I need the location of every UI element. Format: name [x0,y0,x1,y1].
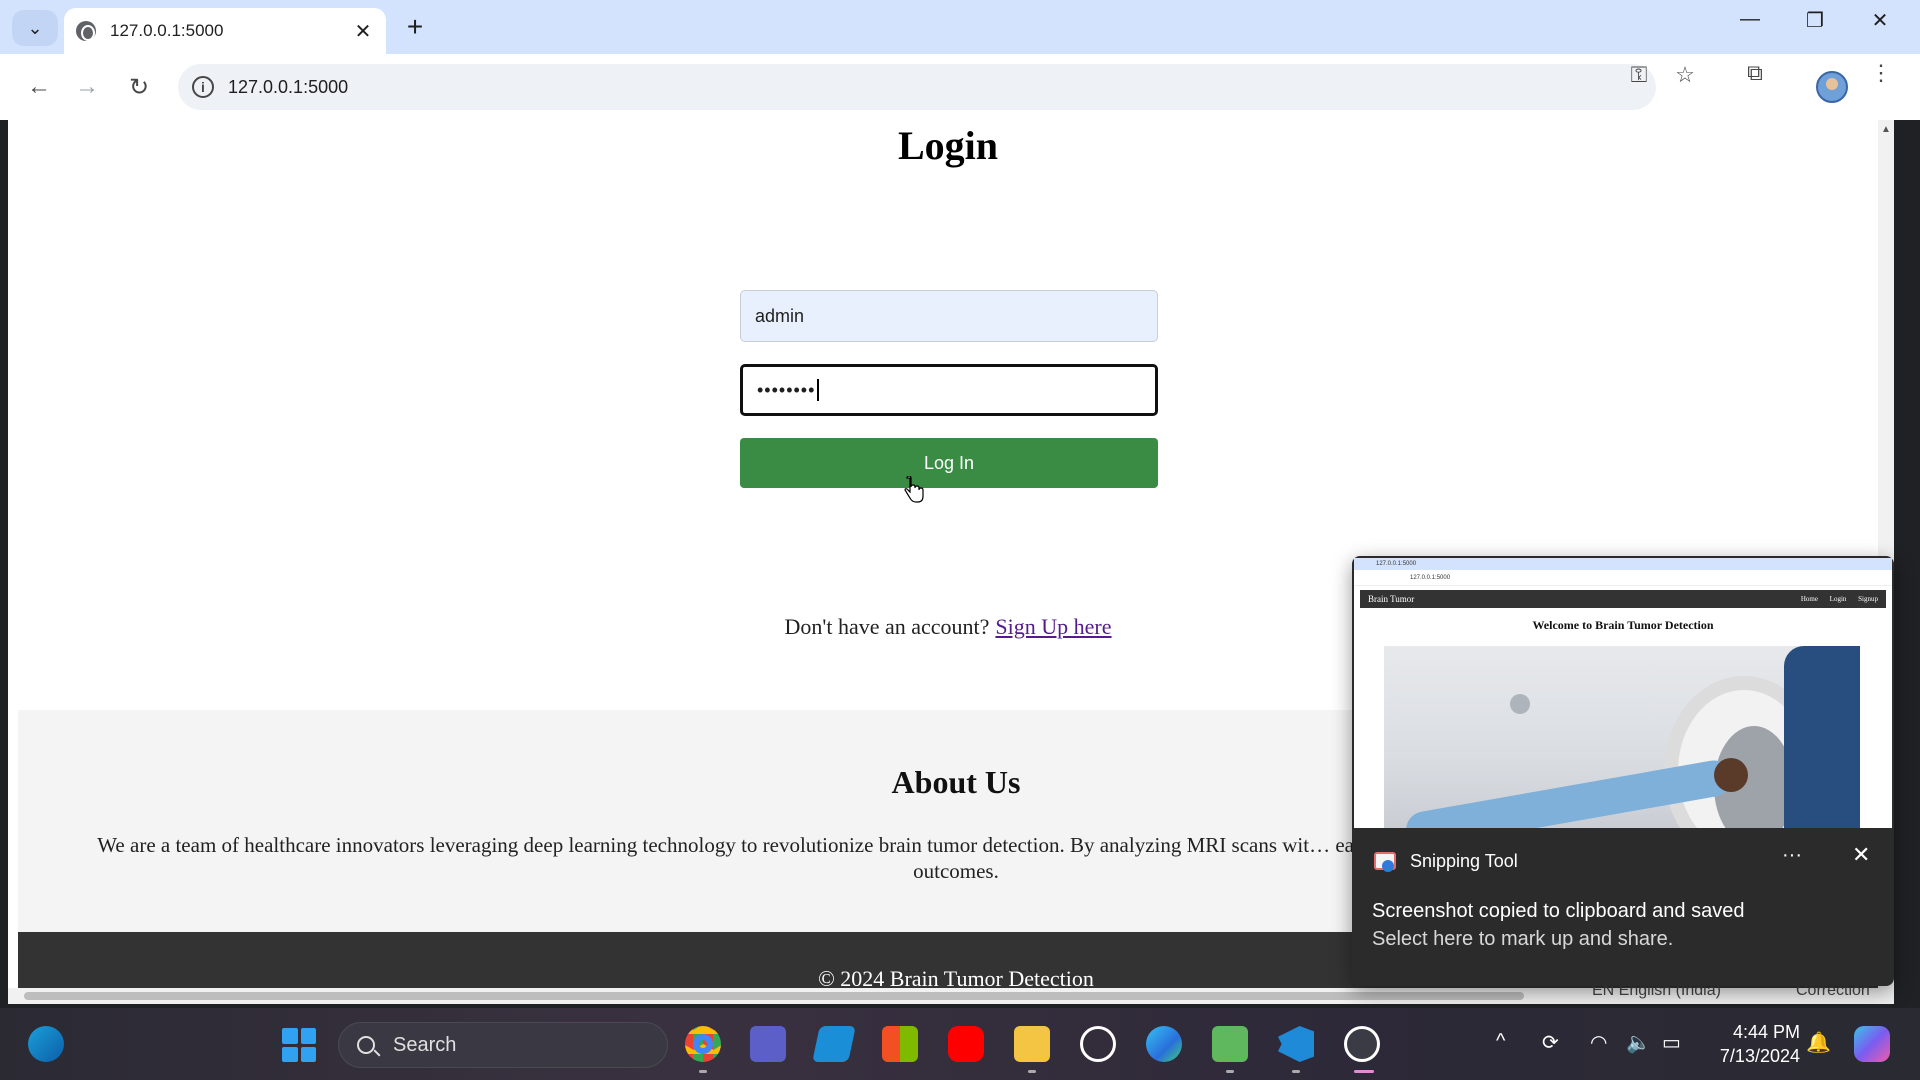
nurse-figure [1784,646,1860,828]
search-icon [357,1036,375,1054]
preview-navbar: Brain Tumor Home Login Signup [1360,590,1886,608]
kebab-menu-icon[interactable]: ⋮ [1866,60,1896,86]
snipping-tool-icon [1374,850,1396,872]
copilot-icon[interactable] [1854,1026,1890,1062]
notification-bell-icon[interactable]: 🔔 [1806,1030,1831,1055]
tab-search-button[interactable]: ⌄ [12,10,58,46]
back-icon[interactable]: ← [22,70,56,104]
ceiling-light [1510,694,1530,714]
profile-avatar[interactable] [1816,71,1848,103]
vscode-icon[interactable] [1278,1026,1314,1062]
mri-scan-image [1384,646,1860,828]
tab-close-icon[interactable]: ✕ [352,19,374,44]
sync-icon[interactable]: ⟳ [1542,1030,1559,1055]
youtube-icon[interactable] [948,1026,984,1062]
clock-time: 4:44 PM [1732,1022,1800,1042]
preview-site-name: Brain Tumor [1368,594,1415,604]
taskbar-search-label: Search [393,1033,457,1056]
clock-date: 7/13/2024 [1719,1046,1800,1066]
tab-title: 127.0.0.1:5000 [110,21,224,40]
scroll-up-icon[interactable]: ▲ [1881,124,1891,135]
page-title: Login [897,123,999,168]
toast-message: Screenshot copied to clipboard and saved [1372,900,1745,922]
browser-toolbar: ← → ↻ i 127.0.0.1:5000 ⚿ ☆ ⧉ ⋮ [0,54,1920,120]
password-field[interactable]: •••••••• [740,364,1158,416]
restore-icon[interactable]: ❐ [1795,8,1835,33]
toast-more-icon[interactable]: ··· [1782,844,1802,867]
minimize-icon[interactable]: — [1730,8,1770,31]
media-player-icon[interactable] [1344,1026,1380,1062]
edge-icon[interactable] [1146,1026,1182,1062]
mail-icon[interactable] [812,1026,856,1062]
toast-sub-message: Select here to mark up and share. [1372,928,1674,950]
username-field[interactable]: admin [740,290,1158,342]
address-url: 127.0.0.1:5000 [228,76,349,97]
teams-icon[interactable] [750,1026,786,1062]
reload-icon[interactable]: ↻ [122,70,156,104]
dell-icon[interactable] [1080,1026,1116,1062]
volume-icon[interactable]: 🔈 [1626,1030,1651,1055]
system-clock[interactable]: 4:44 PM 7/13/2024 [1700,1020,1800,1068]
signup-link[interactable]: Sign Up here [995,614,1111,639]
window-close-icon[interactable]: ✕ [1860,8,1900,33]
toast-header: Snipping Tool [1374,846,1518,876]
battery-icon[interactable]: ▭ [1662,1030,1681,1055]
start-icon[interactable] [282,1028,316,1062]
preview-address: 127.0.0.1:5000 [1354,570,1892,586]
explorer-running-indicator [1028,1070,1036,1073]
browser-tabstrip: ⌄ 127.0.0.1:5000 ✕ + — ❐ ✕ [0,0,1920,54]
extensions-icon[interactable]: ⧉ [1740,60,1770,86]
globe-icon [76,21,96,41]
media-player-running-indicator [1354,1070,1374,1073]
chevron-up-icon[interactable]: ^ [1496,1030,1505,1053]
windows-taskbar: Search ^ ⟳ ◠ 🔈 ▭ 4:44 PM 7/13/2024 🔔 [0,1008,1920,1080]
preview-nav-links: Home Login Signup [1800,595,1878,603]
widgets-icon[interactable] [28,1026,64,1062]
screenshot-preview[interactable]: 127.0.0.1:5000 127.0.0.1:5000 Brain Tumo… [1354,558,1892,828]
toast-close-icon[interactable]: ✕ [1852,842,1870,868]
chevron-down-icon: ⌄ [27,17,43,38]
chrome-icon[interactable] [685,1026,721,1062]
browser-tab[interactable]: 127.0.0.1:5000 ✕ [64,8,386,54]
horizontal-scroll-thumb[interactable] [24,992,1524,1000]
patient-head [1714,758,1748,792]
address-bar[interactable]: i 127.0.0.1:5000 [178,64,1656,110]
paint-icon[interactable] [1212,1026,1248,1062]
login-button[interactable]: Log In [740,438,1158,488]
hand-cursor-icon [904,476,924,503]
forward-icon[interactable]: → [70,70,104,104]
vscode-running-indicator [1292,1070,1300,1073]
store-icon[interactable] [882,1026,918,1062]
password-key-icon[interactable]: ⚿ [1624,62,1654,88]
username-value: admin [755,305,805,326]
site-info-icon[interactable]: i [192,76,214,98]
preview-tabstrip: 127.0.0.1:5000 [1354,558,1892,570]
password-value: •••••••• [757,379,816,400]
chrome-running-indicator [699,1070,707,1073]
paint-running-indicator [1226,1070,1234,1073]
text-caret [817,379,820,401]
bookmark-star-icon[interactable]: ☆ [1670,62,1700,88]
toast-app-name: Snipping Tool [1410,850,1518,871]
file-explorer-icon[interactable] [1014,1026,1050,1062]
new-tab-button[interactable]: + [400,12,430,42]
preview-welcome: Welcome to Brain Tumor Detection [1532,618,1714,632]
signup-prompt-text: Don't have an account? [784,614,990,639]
taskbar-search[interactable]: Search [338,1022,668,1068]
wifi-icon[interactable]: ◠ [1590,1030,1607,1055]
snipping-tool-notification[interactable]: 127.0.0.1:5000 127.0.0.1:5000 Brain Tumo… [1352,556,1894,986]
